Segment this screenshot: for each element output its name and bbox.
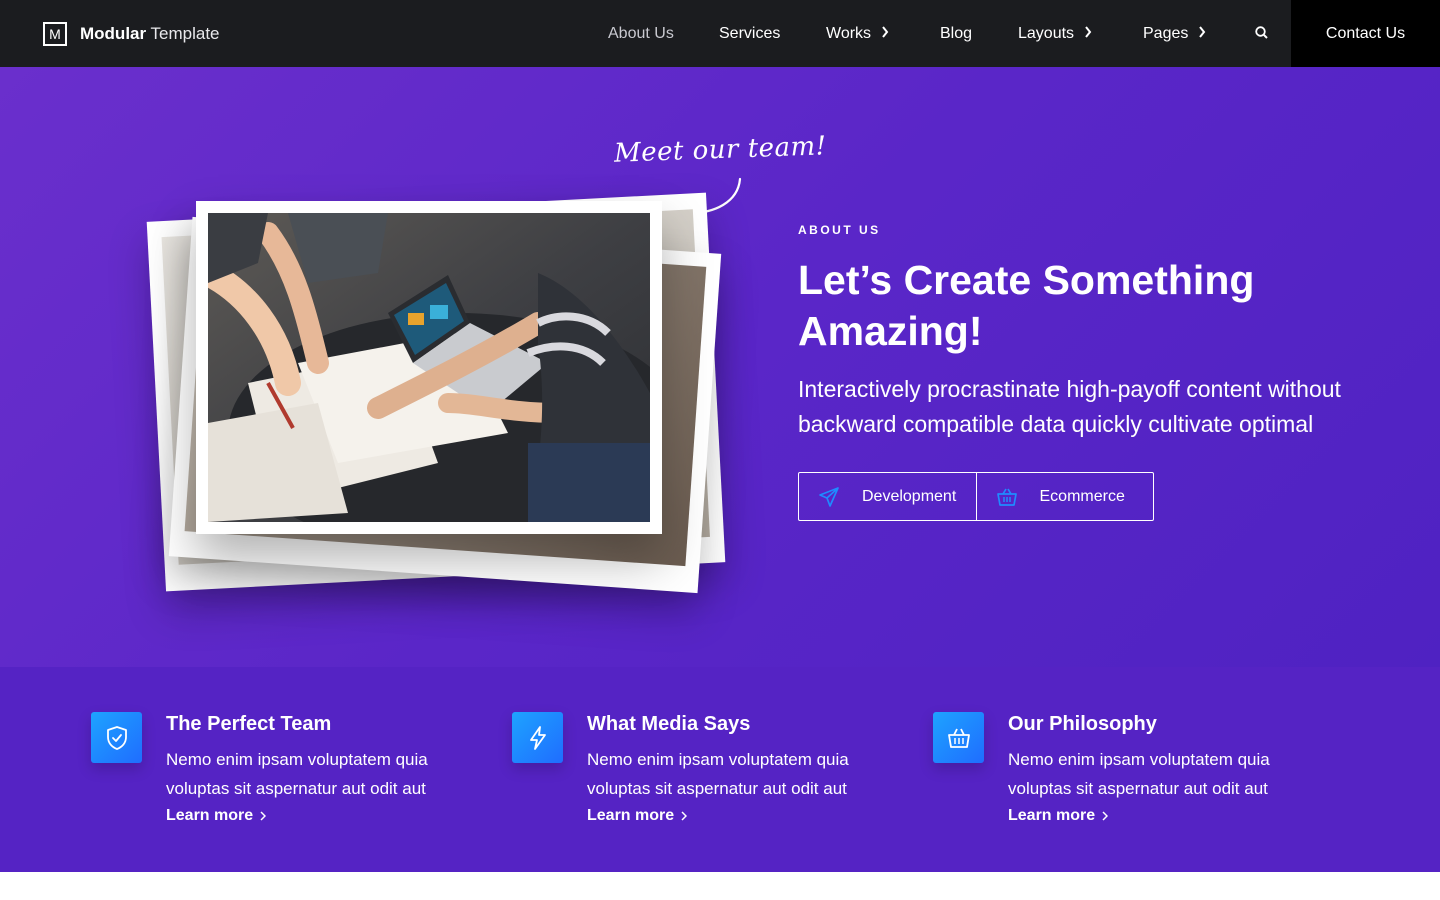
send-icon bbox=[818, 486, 840, 508]
brand-name: Modular Template bbox=[80, 24, 220, 44]
basket-icon bbox=[933, 712, 984, 763]
chevron-right-icon bbox=[681, 811, 688, 821]
learn-more-link[interactable]: Learn more bbox=[166, 807, 267, 825]
hero-eyebrow: ABOUT US bbox=[798, 223, 881, 237]
search-icon[interactable] bbox=[1253, 24, 1271, 42]
feature-title: What Media Says bbox=[587, 713, 751, 735]
brand-logo: M bbox=[43, 22, 67, 46]
hero-button-group: Development Ecommerce bbox=[798, 472, 1154, 521]
contact-us-button[interactable]: Contact Us bbox=[1291, 0, 1440, 67]
feature-text: Nemo enim ipsam voluptatem quia voluptas… bbox=[1008, 750, 1270, 798]
development-button-label: Development bbox=[862, 487, 957, 505]
nav-item-label: Layouts bbox=[1018, 24, 1075, 42]
feature-title: Our Philosophy bbox=[1008, 713, 1157, 735]
learn-more-link[interactable]: Learn more bbox=[587, 807, 688, 825]
chevron-right-icon bbox=[881, 25, 889, 43]
nav-item-label: Pages bbox=[1143, 24, 1189, 42]
team-photo bbox=[208, 213, 650, 522]
hero-title-line1: Let’s Create Something bbox=[798, 257, 1255, 303]
hero-section: Meet our team! ABOUT US Let’s Create Som… bbox=[0, 67, 1440, 667]
basket-icon bbox=[996, 486, 1018, 508]
learn-more-label: Learn more bbox=[166, 807, 254, 824]
brand-name-bold: Modular bbox=[80, 24, 147, 43]
hero-title: Let’s Create Something Amazing! bbox=[798, 255, 1358, 357]
feature-text: Nemo enim ipsam voluptatem quia voluptas… bbox=[166, 750, 428, 798]
feature-title: The Perfect Team bbox=[166, 713, 332, 735]
brand-name-rest: Template bbox=[146, 24, 220, 43]
nav-item-layouts[interactable]: Layouts bbox=[1018, 0, 1092, 67]
shield-check-icon bbox=[91, 712, 142, 763]
nav-item-label: Works bbox=[826, 24, 872, 42]
chevron-right-icon bbox=[1102, 811, 1109, 821]
nav-item-services[interactable]: Services bbox=[719, 0, 780, 67]
chevron-right-icon bbox=[260, 811, 267, 821]
learn-more-link[interactable]: Learn more bbox=[1008, 807, 1109, 825]
development-button[interactable]: Development bbox=[799, 473, 976, 520]
top-navbar: M Modular Template About Us Services Wor… bbox=[0, 0, 1440, 67]
ecommerce-button[interactable]: Ecommerce bbox=[975, 473, 1154, 520]
meet-our-team-annotation: Meet our team! bbox=[613, 131, 828, 169]
ecommerce-button-label: Ecommerce bbox=[1039, 487, 1125, 505]
lightning-icon bbox=[512, 712, 563, 763]
features-section: The Perfect Team Nemo enim ipsam volupta… bbox=[0, 667, 1440, 872]
chevron-right-icon bbox=[1198, 25, 1206, 43]
learn-more-label: Learn more bbox=[587, 807, 675, 824]
nav-item-label: Blog bbox=[940, 24, 973, 42]
nav-item-label: Services bbox=[719, 24, 781, 42]
feature-text: Nemo enim ipsam voluptatem quia voluptas… bbox=[587, 750, 849, 798]
learn-more-label: Learn more bbox=[1008, 807, 1096, 824]
nav-item-works[interactable]: Works bbox=[826, 0, 889, 67]
chevron-right-icon bbox=[1084, 25, 1092, 43]
photo-front bbox=[196, 201, 662, 534]
hero-title-line2: Amazing! bbox=[798, 308, 983, 354]
nav-item-blog[interactable]: Blog bbox=[940, 0, 972, 67]
page-bottom-area bbox=[0, 872, 1440, 900]
nav-item-pages[interactable]: Pages bbox=[1143, 0, 1206, 67]
brand[interactable]: M Modular Template bbox=[43, 22, 220, 46]
nav-item-about-us[interactable]: About Us bbox=[608, 0, 674, 67]
nav-item-label: About Us bbox=[608, 24, 674, 42]
hero-description: Interactively procrastinate high-payoff … bbox=[798, 376, 1341, 437]
